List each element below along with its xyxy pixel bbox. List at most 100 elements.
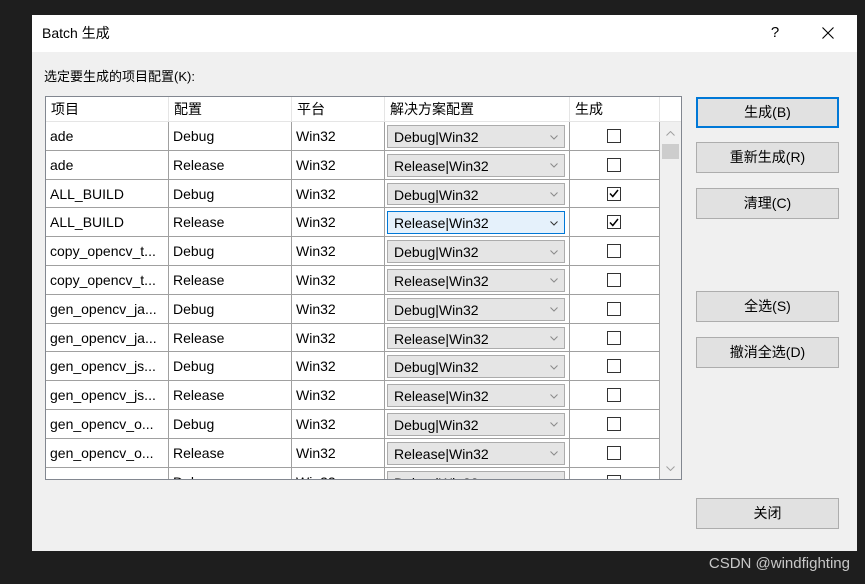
- build-checkbox[interactable]: [607, 157, 621, 172]
- solution-config-dropdown[interactable]: Release|Win32: [387, 211, 565, 235]
- solution-config-cell: Debug|Win32: [385, 294, 570, 324]
- grid-body: ade Debug Win32 Debug|Win32 ade Release Win32 R…: [46, 122, 660, 479]
- vertical-scrollbar[interactable]: [660, 122, 681, 479]
- solution-config-cell: Release|Win32: [385, 208, 570, 238]
- solution-config-dropdown[interactable]: Release|Win32: [387, 268, 565, 292]
- table-row[interactable]: gen_opencv_ja... Release Win32 Release|Win3…: [46, 323, 660, 353]
- watermark: CSDN @windfighting: [708, 555, 850, 572]
- chevron-down-icon: [550, 414, 558, 436]
- project-cell: gen_opencv_js...: [46, 381, 169, 410]
- build-checkbox[interactable]: [607, 301, 621, 316]
- project-cell: gen_opencv_o...: [46, 438, 169, 468]
- solution-config-dropdown[interactable]: Debug|Win32: [387, 182, 565, 206]
- column-header-config[interactable]: 配置: [169, 97, 292, 122]
- solution-config-cell: Release|Win32: [385, 381, 570, 410]
- platform-cell: Win32: [292, 438, 385, 468]
- deselect-all-button[interactable]: 撤消全选(D): [696, 337, 839, 368]
- config-cell: Release: [169, 438, 292, 468]
- solution-config-value: Release|Win32: [394, 388, 489, 405]
- column-header-solution-config[interactable]: 解决方案配置: [385, 97, 570, 122]
- chevron-down-icon: [550, 299, 558, 321]
- chevron-down-icon: [550, 443, 558, 465]
- checkmark-icon: [609, 189, 619, 198]
- build-cell: [570, 237, 660, 266]
- platform-cell: Win32: [292, 150, 385, 180]
- build-cell: [570, 122, 660, 151]
- platform-cell: Win32: [292, 237, 385, 266]
- solution-config-dropdown[interactable]: Debug|Win32: [387, 297, 565, 321]
- build-checkbox[interactable]: [607, 445, 621, 460]
- build-checkbox[interactable]: [607, 359, 621, 374]
- chevron-down-icon: [550, 212, 558, 234]
- help-button[interactable]: ?: [760, 18, 790, 48]
- project-cell: ALL_BUILD: [46, 208, 169, 238]
- solution-config-cell: Debug|Win32: [385, 179, 570, 209]
- table-row[interactable]: copy_opencv_t... Release Win32 Release|Win3…: [46, 265, 660, 295]
- table-row[interactable]: DebugWin32 Debug|Win32: [46, 467, 660, 479]
- table-row[interactable]: gen_opencv_js... Debug Win32 Debug|Win32: [46, 352, 660, 382]
- table-row[interactable]: ade Debug Win32 Debug|Win32: [46, 122, 660, 151]
- table-row[interactable]: gen_opencv_js... Release Win32 Release|Win3…: [46, 381, 660, 410]
- solution-config-dropdown[interactable]: Release|Win32: [387, 153, 565, 177]
- solution-config-value: Release|Win32: [394, 445, 489, 462]
- project-cell: gen_opencv_ja...: [46, 294, 169, 324]
- build-checkbox[interactable]: [607, 129, 621, 143]
- config-cell: Debug: [169, 409, 292, 439]
- column-header-platform[interactable]: 平台: [292, 97, 385, 122]
- build-checkbox[interactable]: [607, 416, 621, 431]
- title-bar: Batch 生成 ?: [32, 15, 857, 52]
- config-cell: Debug: [169, 237, 292, 266]
- clean-button[interactable]: 清理(C): [696, 188, 839, 219]
- project-cell: gen_opencv_js...: [46, 352, 169, 382]
- build-checkbox[interactable]: [607, 388, 621, 403]
- solution-config-cell: Debug|Win32: [385, 237, 570, 266]
- solution-config-dropdown[interactable]: Debug|Win32: [387, 125, 565, 148]
- build-checkbox[interactable]: [607, 186, 621, 201]
- solution-config-dropdown[interactable]: Debug|Win32: [387, 412, 565, 436]
- config-cell: Debug: [169, 179, 292, 209]
- build-checkbox[interactable]: [607, 330, 621, 345]
- solution-config-dropdown[interactable]: Debug|Win32: [387, 470, 565, 479]
- config-cell: Release: [169, 265, 292, 295]
- build-checkbox[interactable]: [607, 272, 621, 287]
- build-checkbox[interactable]: [607, 244, 621, 259]
- column-header-project[interactable]: 项目: [46, 97, 169, 122]
- build-checkbox[interactable]: [607, 215, 621, 230]
- solution-config-dropdown[interactable]: Debug|Win32: [387, 240, 565, 263]
- config-cell: Release: [169, 323, 292, 353]
- solution-config-dropdown[interactable]: Release|Win32: [387, 326, 565, 350]
- table-row[interactable]: copy_opencv_t... Debug Win32 Debug|Win32: [46, 237, 660, 266]
- select-all-button[interactable]: 全选(S): [696, 291, 839, 322]
- scrollbar-thumb[interactable]: [662, 144, 679, 159]
- solution-config-value: Debug|Win32: [394, 186, 479, 203]
- close-button[interactable]: 关闭: [696, 498, 839, 529]
- table-row[interactable]: ALL_BUILD Debug Win32 Debug|Win32: [46, 179, 660, 209]
- close-icon: [822, 27, 834, 39]
- table-row[interactable]: ALL_BUILD Release Win32 Release|Win32: [46, 208, 660, 238]
- scroll-down-button[interactable]: [660, 457, 681, 479]
- project-config-grid[interactable]: 项目 配置 平台 解决方案配置 生成 ade Debug Win32 Debug|Wi…: [45, 96, 682, 480]
- build-checkbox[interactable]: [607, 474, 621, 479]
- platform-cell: Win32: [292, 265, 385, 295]
- checkmark-icon: [609, 218, 619, 227]
- table-row[interactable]: gen_opencv_o... Release Win32 Release|Win32: [46, 438, 660, 468]
- chevron-up-icon: [666, 130, 675, 136]
- solution-config-cell: Release|Win32: [385, 438, 570, 468]
- solution-config-dropdown[interactable]: Release|Win32: [387, 384, 565, 407]
- table-row[interactable]: gen_opencv_o... Debug Win32 Debug|Win32: [46, 409, 660, 439]
- solution-config-value: Release|Win32: [394, 157, 489, 174]
- solution-config-value: Release|Win32: [394, 215, 489, 232]
- solution-config-dropdown[interactable]: Release|Win32: [387, 441, 565, 465]
- solution-config-value: Debug|Win32: [394, 129, 479, 145]
- build-cell: [570, 438, 660, 468]
- solution-config-dropdown[interactable]: Debug|Win32: [387, 355, 565, 379]
- dialog-title: Batch 生成: [42, 25, 110, 41]
- close-window-button[interactable]: [813, 18, 843, 48]
- scroll-up-button[interactable]: [660, 122, 681, 144]
- rebuild-button[interactable]: 重新生成(R): [696, 142, 839, 173]
- chevron-down-icon: [666, 465, 675, 471]
- table-row[interactable]: gen_opencv_ja... Debug Win32 Debug|Win32: [46, 294, 660, 324]
- table-row[interactable]: ade Release Win32 Release|Win32: [46, 150, 660, 180]
- column-header-build[interactable]: 生成: [570, 97, 660, 122]
- build-button[interactable]: 生成(B): [696, 97, 839, 128]
